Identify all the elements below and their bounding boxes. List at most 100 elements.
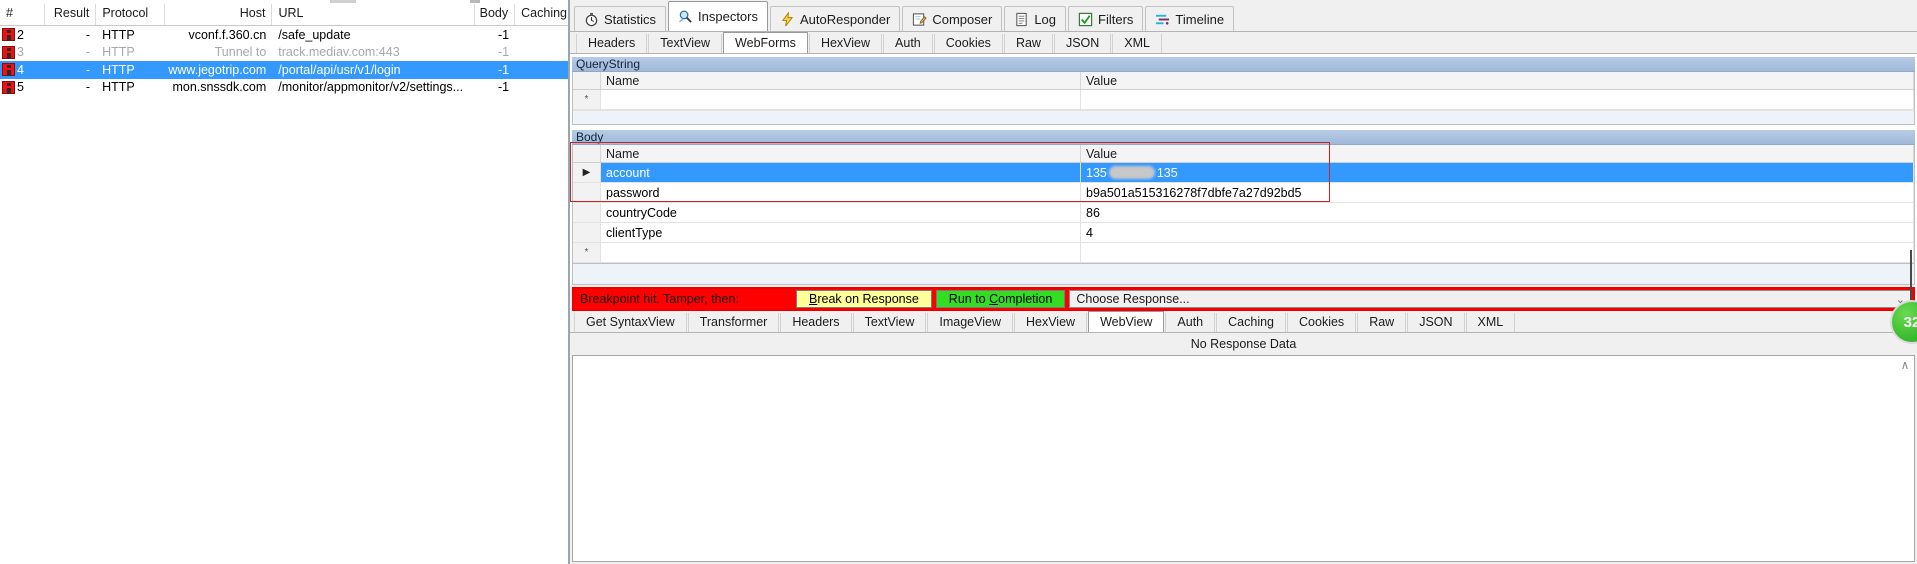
request-tab-webforms[interactable]: WebForms [723, 32, 808, 53]
querystring-new-row[interactable]: * [573, 90, 1914, 110]
request-tab-raw[interactable]: Raw [1003, 34, 1053, 53]
response-tab-caching[interactable]: Caching [1216, 313, 1287, 332]
session-row[interactable]: 3 - HTTP Tunnel to track.mediav.com:443 -1 [0, 44, 568, 62]
no-response-data-message: No Response Data [1190, 337, 1297, 351]
querystring-new-row-value[interactable] [1081, 90, 1914, 109]
main-tab-strip[interactable]: Statistics Inspectors AutoResponder Compose… [570, 0, 1917, 32]
tab-filters[interactable]: Filters [1068, 6, 1144, 31]
request-tab-xml[interactable]: XML [1112, 34, 1162, 53]
session-rows[interactable]: 2- HTTP vconf.f.360.cn/safe_update -1 3- HTTP… [0, 26, 568, 96]
body-new-row[interactable]: * [573, 243, 1914, 263]
session-result: - [85, 80, 91, 95]
response-tab-json[interactable]: JSON [1407, 313, 1465, 332]
body-row[interactable]: password b9a501a515316278f7dbfe7a27d92bd5 [573, 183, 1914, 203]
request-tab-auth[interactable]: Auth [883, 34, 933, 53]
tab-timeline[interactable]: Timeline [1145, 6, 1235, 31]
badge-connector [1910, 250, 1912, 302]
body-value-suffix: 135 [1156, 165, 1178, 180]
body-value: b9a501a515316278f7dbfe7a27d92bd5 [1086, 185, 1302, 200]
request-tab-hexview[interactable]: HexView [808, 34, 883, 53]
session-row[interactable]: 2 - HTTP vconf.f.360.cn/safe_update -1 [0, 26, 568, 44]
body-new-row-marker: * [573, 243, 601, 262]
body-row-value[interactable]: 86 [1081, 203, 1914, 222]
body-section: Body Name Value ▶ account 135 135 password b9… [570, 130, 1915, 264]
session-result: - [85, 62, 91, 77]
body-row-value[interactable]: 135 135 [1081, 163, 1914, 182]
request-tab-textview[interactable]: TextView [648, 34, 723, 53]
run-to-completion-button[interactable]: Run to Completion [935, 290, 1066, 308]
session-protocol: HTTP [102, 62, 135, 77]
session-list-panel[interactable]: # Result Protocol Host URL Body Caching … [0, 0, 570, 564]
timeline-icon [1155, 12, 1170, 27]
response-tab-webview[interactable]: WebView [1088, 311, 1165, 332]
body-grid-header: Name Value [573, 145, 1914, 163]
body-row-name[interactable]: countryCode [601, 203, 1081, 222]
response-tab-transformer[interactable]: Transformer [687, 313, 780, 332]
response-tab-headers[interactable]: Headers [780, 313, 852, 332]
toolbar-fragment-1 [330, 0, 356, 3]
response-tab-auth[interactable]: Auth [1165, 313, 1216, 332]
tab-autoresponder[interactable]: AutoResponder [770, 6, 901, 31]
tab-log[interactable]: Log [1004, 6, 1067, 31]
response-tab-strip[interactable]: Get SyntaxView Transformer Headers TextView… [570, 311, 1917, 333]
scroll-up-icon[interactable]: ∧ [1898, 358, 1912, 372]
querystring-grid-header: Name Value [573, 72, 1914, 90]
querystring-grid-filler [573, 110, 1914, 124]
body-row[interactable]: ▶ account 135 135 [573, 163, 1914, 183]
querystring-header-value[interactable]: Value [1081, 72, 1914, 89]
body-row[interactable]: clientType 4 [573, 223, 1914, 243]
break-on-response-button[interactable]: Break on Response [796, 290, 932, 308]
body-row-name[interactable]: account [601, 163, 1081, 182]
querystring-title: QueryString [572, 57, 1915, 72]
querystring-grid[interactable]: Name Value * [572, 72, 1915, 125]
window-top-sliver [0, 0, 568, 4]
response-tab-raw[interactable]: Raw [1357, 313, 1407, 332]
tab-statistics[interactable]: Statistics [574, 6, 667, 31]
session-number: 4 [17, 62, 24, 77]
body-new-row-name[interactable] [601, 243, 1081, 262]
body-rows[interactable]: ▶ account 135 135 password b9a501a515316278f7… [573, 163, 1914, 243]
request-tab-json[interactable]: JSON [1053, 34, 1112, 53]
querystring-header-name[interactable]: Name [601, 72, 1081, 89]
body-header-name[interactable]: Name [601, 145, 1081, 162]
session-host: Tunnel to [214, 45, 267, 60]
fiddler-window: # Result Protocol Host URL Body Caching … [0, 0, 1917, 564]
body-row-name[interactable]: password [601, 183, 1081, 202]
request-tab-headers[interactable]: Headers [576, 34, 648, 53]
tab-inspectors[interactable]: Inspectors [668, 1, 768, 31]
session-result: - [85, 45, 91, 60]
body-row-name[interactable]: clientType [601, 223, 1081, 242]
body-row-value[interactable]: 4 [1081, 223, 1914, 242]
session-body: -1 [497, 45, 510, 60]
request-tab-cookies[interactable]: Cookies [933, 34, 1003, 53]
body-row-value[interactable]: b9a501a515316278f7dbfe7a27d92bd5 [1081, 183, 1914, 202]
breakpoint-icon [2, 28, 15, 42]
webforms-inspector: QueryString Name Value * Body Name Value… [570, 54, 1917, 285]
request-tab-strip[interactable]: Headers TextView WebForms HexView Auth Cookie… [570, 32, 1917, 54]
session-row[interactable]: 5 - HTTP mon.snssdk.com/monitor/appmonitor/… [0, 79, 568, 97]
session-number-cell: 4 [0, 61, 45, 79]
breakpoint-bar: Breakpoint hit. Tamper, then: Break on R… [572, 287, 1915, 311]
querystring-new-row-name[interactable] [601, 90, 1081, 109]
response-tab-hexview[interactable]: HexView [1013, 313, 1088, 332]
response-tab-get-syntaxview[interactable]: Get SyntaxView [574, 313, 687, 332]
choose-response-dropdown[interactable]: Choose Response... ⌄ [1069, 290, 1912, 308]
body-header-value[interactable]: Value [1081, 145, 1914, 162]
checkbox-icon [1078, 12, 1093, 27]
session-url: /monitor/appmonitor/v2/settings... [278, 80, 464, 95]
response-tab-textview[interactable]: TextView [852, 313, 927, 332]
body-grid[interactable]: Name Value ▶ account 135 135 password b9a501a… [572, 145, 1915, 264]
response-tab-cookies[interactable]: Cookies [1287, 313, 1357, 332]
querystring-new-row-marker: * [573, 90, 601, 109]
response-tab-xml[interactable]: XML [1465, 313, 1516, 332]
session-caching [515, 79, 568, 97]
tab-label: Timeline [1175, 11, 1225, 27]
session-row[interactable]: 4 - HTTP www.jegotrip.com/portal/api/usr/v1… [0, 61, 568, 79]
session-body: -1 [497, 80, 510, 95]
tab-composer[interactable]: Composer [902, 6, 1003, 31]
body-row[interactable]: countryCode 86 [573, 203, 1914, 223]
session-host: vconf.f.360.cn [188, 27, 267, 42]
response-tab-imageview[interactable]: ImageView [927, 313, 1013, 332]
body-new-row-value[interactable] [1081, 243, 1914, 262]
response-webview-canvas[interactable]: ∧ [572, 355, 1915, 562]
